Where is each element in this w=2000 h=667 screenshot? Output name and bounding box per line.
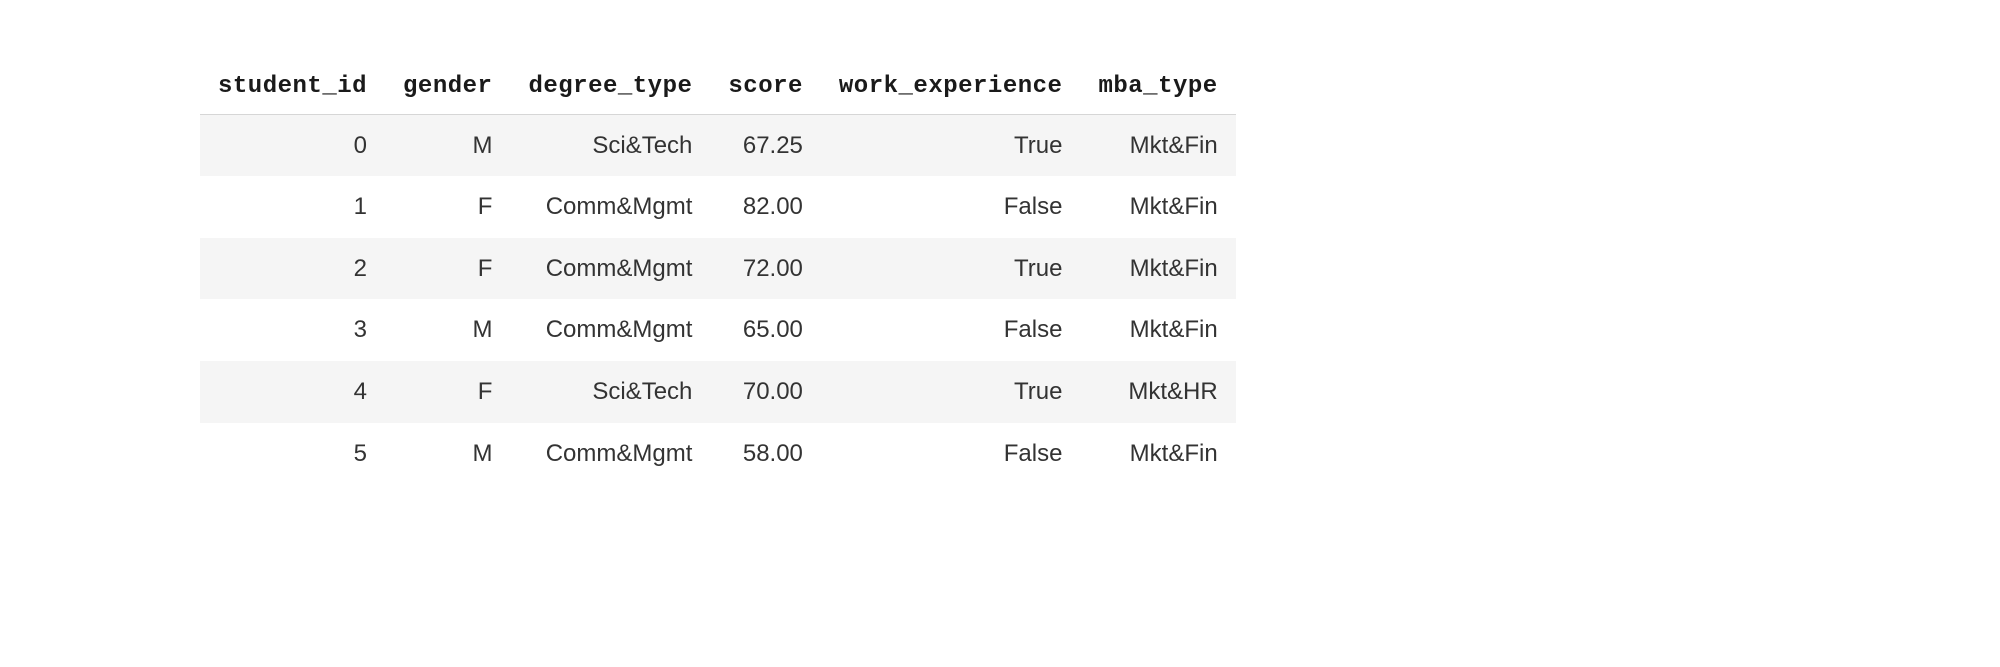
col-header-degree-type: degree_type <box>510 60 710 114</box>
cell-work-experience: False <box>821 299 1081 361</box>
cell-score: 58.00 <box>710 423 821 485</box>
dataframe-table: student_id gender degree_type score work… <box>200 60 1236 484</box>
cell-mba-type: Mkt&Fin <box>1080 176 1235 238</box>
table-body: 0 M Sci&Tech 67.25 True Mkt&Fin 1 F Comm… <box>200 114 1236 484</box>
cell-work-experience: True <box>821 238 1081 300</box>
table-row: 2 F Comm&Mgmt 72.00 True Mkt&Fin <box>200 238 1236 300</box>
cell-gender: M <box>385 423 510 485</box>
cell-degree-type: Sci&Tech <box>510 361 710 423</box>
cell-mba-type: Mkt&HR <box>1080 361 1235 423</box>
header-row: student_id gender degree_type score work… <box>200 60 1236 114</box>
table-row: 0 M Sci&Tech 67.25 True Mkt&Fin <box>200 114 1236 176</box>
cell-student-id: 3 <box>200 299 385 361</box>
col-header-mba-type: mba_type <box>1080 60 1235 114</box>
cell-gender: M <box>385 299 510 361</box>
cell-degree-type: Comm&Mgmt <box>510 176 710 238</box>
cell-student-id: 4 <box>200 361 385 423</box>
cell-work-experience: False <box>821 423 1081 485</box>
col-header-gender: gender <box>385 60 510 114</box>
cell-degree-type: Comm&Mgmt <box>510 423 710 485</box>
cell-score: 72.00 <box>710 238 821 300</box>
cell-score: 67.25 <box>710 114 821 176</box>
cell-gender: F <box>385 176 510 238</box>
table-row: 3 M Comm&Mgmt 65.00 False Mkt&Fin <box>200 299 1236 361</box>
cell-degree-type: Sci&Tech <box>510 114 710 176</box>
cell-score: 70.00 <box>710 361 821 423</box>
cell-mba-type: Mkt&Fin <box>1080 238 1235 300</box>
col-header-score: score <box>710 60 821 114</box>
cell-gender: M <box>385 114 510 176</box>
cell-score: 82.00 <box>710 176 821 238</box>
table-row: 5 M Comm&Mgmt 58.00 False Mkt&Fin <box>200 423 1236 485</box>
cell-score: 65.00 <box>710 299 821 361</box>
cell-gender: F <box>385 238 510 300</box>
table-row: 1 F Comm&Mgmt 82.00 False Mkt&Fin <box>200 176 1236 238</box>
cell-work-experience: True <box>821 361 1081 423</box>
cell-mba-type: Mkt&Fin <box>1080 299 1235 361</box>
cell-student-id: 1 <box>200 176 385 238</box>
table-header: student_id gender degree_type score work… <box>200 60 1236 114</box>
col-header-student-id: student_id <box>200 60 385 114</box>
cell-degree-type: Comm&Mgmt <box>510 238 710 300</box>
cell-mba-type: Mkt&Fin <box>1080 114 1235 176</box>
table-row: 4 F Sci&Tech 70.00 True Mkt&HR <box>200 361 1236 423</box>
cell-student-id: 0 <box>200 114 385 176</box>
cell-student-id: 2 <box>200 238 385 300</box>
cell-work-experience: True <box>821 114 1081 176</box>
cell-gender: F <box>385 361 510 423</box>
cell-mba-type: Mkt&Fin <box>1080 423 1235 485</box>
col-header-work-experience: work_experience <box>821 60 1081 114</box>
cell-student-id: 5 <box>200 423 385 485</box>
cell-work-experience: False <box>821 176 1081 238</box>
cell-degree-type: Comm&Mgmt <box>510 299 710 361</box>
